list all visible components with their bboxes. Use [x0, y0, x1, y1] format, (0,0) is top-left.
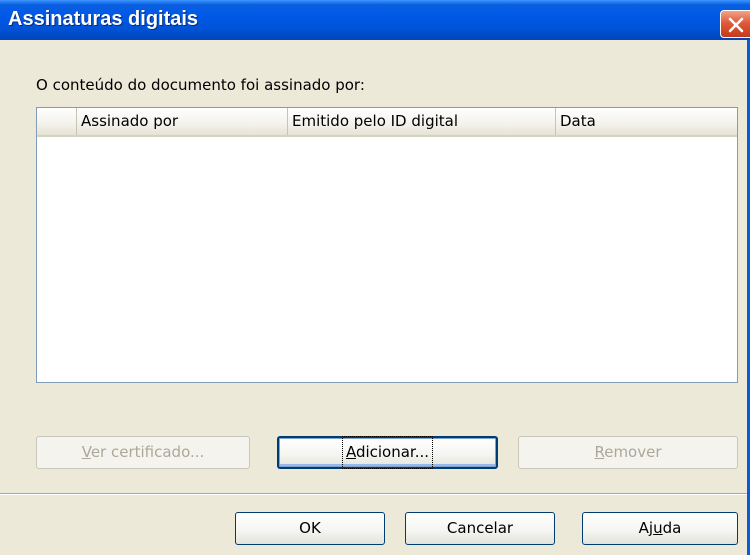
ok-button[interactable]: OK: [235, 512, 385, 545]
footer-separator: [0, 493, 747, 495]
add-button[interactable]: Adicionar...: [277, 436, 498, 469]
column-header-icon[interactable]: [37, 108, 77, 135]
column-header-signed-by[interactable]: Assinado por: [77, 108, 288, 135]
help-button[interactable]: Ajuda: [582, 512, 738, 545]
view-certificate-button[interactable]: Ver certificado...: [36, 436, 250, 469]
add-label: Adicionar...: [341, 436, 434, 469]
list-header: Assinado por Emitido pelo ID digital Dat…: [37, 108, 737, 137]
help-label: Ajuda: [638, 519, 682, 537]
signatures-list[interactable]: Assinado por Emitido pelo ID digital Dat…: [36, 107, 738, 383]
view-certificate-label: Ver certificado...: [81, 443, 205, 461]
title-bar[interactable]: Assinaturas digitais: [0, 0, 750, 40]
column-header-issued-by[interactable]: Emitido pelo ID digital: [288, 108, 556, 135]
column-header-date[interactable]: Data: [556, 108, 737, 135]
remove-label: Remover: [594, 443, 662, 461]
close-button[interactable]: [720, 10, 750, 38]
close-icon: [728, 17, 744, 33]
signatures-label: O conteúdo do documento foi assinado por…: [36, 76, 365, 94]
remove-button[interactable]: Remover: [518, 436, 738, 469]
cancel-button[interactable]: Cancelar: [405, 512, 555, 545]
window-title: Assinaturas digitais: [8, 8, 199, 30]
